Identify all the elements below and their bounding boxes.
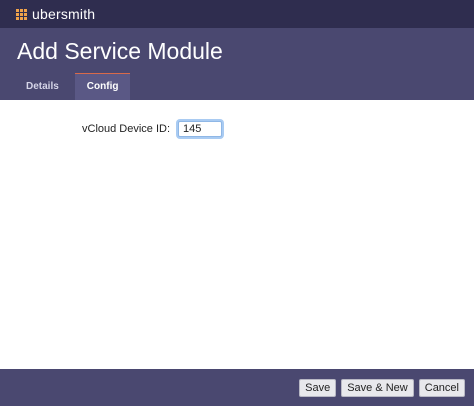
page-header: Add Service Module Details Config bbox=[0, 28, 474, 100]
cancel-button[interactable]: Cancel bbox=[418, 379, 465, 397]
footer-buttons: Save Save & New Cancel bbox=[299, 379, 465, 397]
footer-bar: Save Save & New Cancel bbox=[0, 369, 474, 406]
config-panel: vCloud Device ID: bbox=[0, 100, 474, 369]
logo[interactable]: ubersmith bbox=[16, 6, 95, 22]
vcloud-device-id-row: vCloud Device ID: bbox=[82, 121, 223, 137]
app-window: ubersmith Add Service Module Details Con… bbox=[0, 0, 474, 406]
vcloud-device-id-input[interactable] bbox=[178, 121, 223, 137]
top-bar: ubersmith bbox=[0, 0, 474, 28]
logo-text: ubersmith bbox=[32, 6, 96, 22]
tab-bar: Details Config bbox=[10, 73, 131, 100]
vcloud-device-id-label: vCloud Device ID: bbox=[82, 123, 171, 135]
logo-grid-icon bbox=[16, 8, 27, 20]
save-button[interactable]: Save bbox=[299, 379, 337, 397]
tab-config[interactable]: Config bbox=[74, 73, 131, 100]
save-and-new-button[interactable]: Save & New bbox=[341, 379, 414, 397]
tab-details[interactable]: Details bbox=[10, 73, 75, 100]
page-title: Add Service Module bbox=[17, 38, 223, 64]
